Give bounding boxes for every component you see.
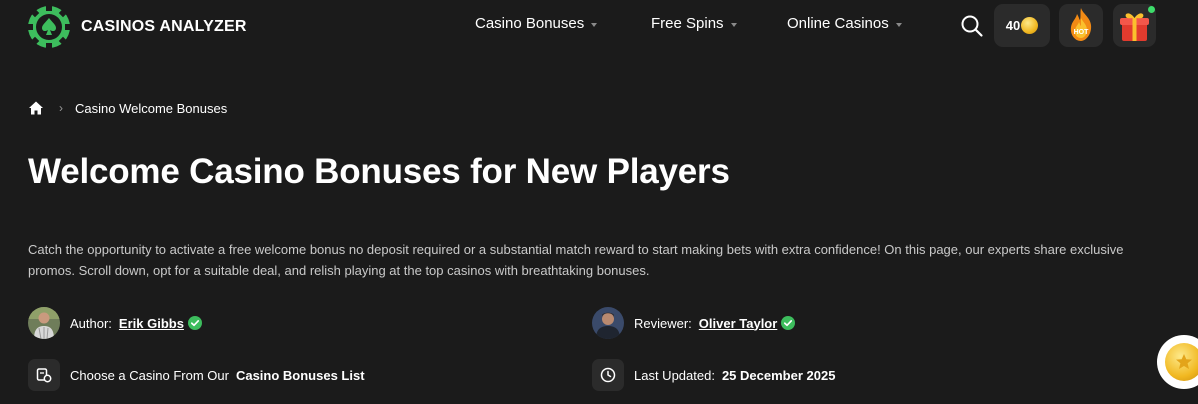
nav-free-spins[interactable]: Free Spins — [651, 15, 737, 32]
choose-casino-info: Choose a Casino From Our Casino Bonuses … — [28, 359, 365, 391]
page-title: Welcome Casino Bonuses for New Players — [28, 152, 730, 191]
page-description: Catch the opportunity to activate a free… — [28, 242, 1124, 278]
coins-count: 40 — [1005, 18, 1021, 33]
verified-check-icon — [187, 316, 202, 330]
coins-button[interactable]: 40 — [994, 4, 1050, 47]
nav-online-casinos[interactable]: Online Casinos — [787, 15, 902, 32]
hot-label: HOT — [1074, 29, 1090, 36]
nav-casino-bonuses[interactable]: Casino Bonuses — [475, 15, 598, 32]
last-updated-info: Last Updated: 25 December 2025 — [592, 359, 835, 391]
spade-chip-logo-icon — [27, 5, 71, 49]
reviewer-label: Reviewer: — [634, 315, 692, 331]
casino-chip-icon — [36, 368, 52, 383]
logo-text: CASINOS ANALYZER — [81, 18, 247, 35]
nav-label: Casino Bonuses — [475, 15, 585, 32]
verified-check-icon — [781, 316, 796, 330]
clock-icon — [600, 367, 616, 383]
breadcrumb-current: Casino Welcome Bonuses — [75, 100, 228, 116]
search-icon[interactable] — [960, 14, 984, 38]
author-avatar — [28, 307, 60, 339]
hot-button[interactable]: HOT — [1059, 4, 1103, 47]
reviewer-info: Reviewer: Oliver Taylor — [592, 307, 796, 339]
floating-coin-button[interactable] — [1157, 335, 1198, 389]
author-avatar-image — [28, 307, 60, 339]
star-icon — [1176, 354, 1192, 369]
chevron-down-icon — [895, 22, 902, 27]
chevron-down-icon — [591, 22, 598, 27]
site-logo[interactable]: CASINOS ANALYZER — [27, 5, 247, 49]
site-header: CASINOS ANALYZER Casino Bonuses Free Spi… — [0, 0, 1198, 52]
casino-bonuses-list-link[interactable]: Casino Bonuses List — [236, 368, 365, 383]
home-icon[interactable] — [28, 100, 44, 116]
choose-text: Choose a Casino From Our — [70, 367, 229, 383]
author-info: Author: Erik Gibbs — [28, 307, 202, 339]
nav-label: Free Spins — [651, 15, 724, 32]
reviewer-avatar-image — [592, 307, 624, 339]
breadcrumb: › Casino Welcome Bonuses — [28, 100, 227, 116]
last-updated-date: 25 December 2025 — [721, 367, 836, 383]
chevron-right-icon: › — [59, 101, 63, 115]
nav-label: Online Casinos — [787, 15, 889, 32]
author-label: Author: — [70, 315, 112, 331]
clock-icon-box — [592, 359, 624, 391]
notification-dot — [1148, 6, 1155, 13]
chevron-down-icon — [730, 22, 737, 27]
coin-icon — [1021, 17, 1039, 34]
hot-flame-icon: HOT — [1070, 8, 1092, 41]
casino-list-icon — [28, 359, 60, 391]
star-coin-icon — [1165, 343, 1198, 381]
reviewer-link[interactable]: Oliver Taylor — [699, 316, 778, 331]
last-updated-label: Last Updated: — [634, 367, 715, 383]
reviewer-avatar — [592, 307, 624, 339]
author-link[interactable]: Erik Gibbs — [119, 316, 184, 331]
